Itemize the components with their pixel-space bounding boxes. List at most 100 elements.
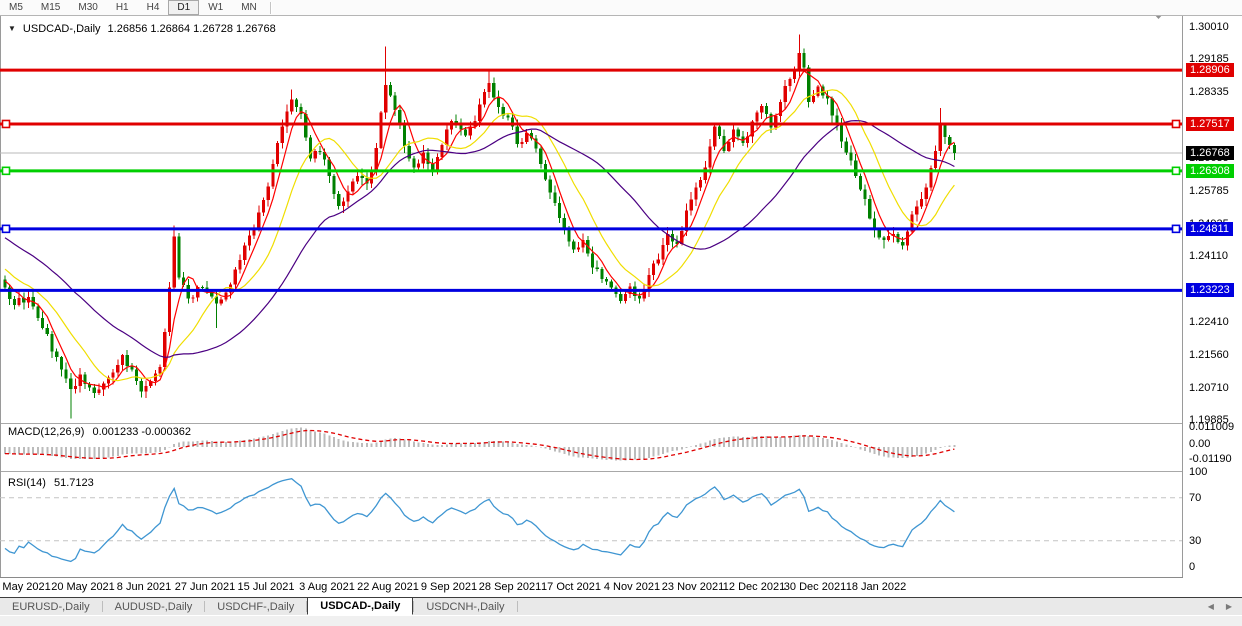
- candle-body: [652, 264, 655, 275]
- candle-body: [605, 279, 608, 282]
- candle-body: [732, 129, 735, 142]
- candle-body: [577, 247, 580, 249]
- candle-body: [337, 194, 340, 206]
- candle-body: [234, 269, 237, 284]
- candle-body: [784, 86, 787, 102]
- price-badge-current: 1.26768: [1186, 146, 1234, 160]
- chart-title: USDCAD-,Daily: [23, 23, 101, 35]
- chart-ohlc-readout: 1.26856 1.26864 1.26728 1.26768: [108, 23, 276, 35]
- hline-handle-1.26308[interactable]: [3, 167, 10, 174]
- candle-body: [600, 269, 603, 279]
- candle-body: [168, 287, 171, 332]
- candle-body: [840, 125, 843, 141]
- mt4-window: M5M15M30H1H4D1W1MN ▼ USDCAD-,Daily 1.268…: [0, 0, 1242, 626]
- candle-body: [135, 370, 138, 381]
- candle-body: [361, 176, 364, 178]
- hline-handle-1.24811[interactable]: [1173, 225, 1180, 232]
- timeframe-button-M5[interactable]: M5: [0, 0, 32, 15]
- candle-body: [567, 230, 570, 241]
- chart-tab-USDCNHDaily[interactable]: USDCNH-,Daily: [414, 598, 516, 615]
- candle-body: [314, 151, 317, 159]
- candle-body: [483, 92, 486, 105]
- candle-body: [882, 237, 885, 240]
- candle-body: [154, 374, 157, 382]
- timeframe-button-D1[interactable]: D1: [168, 0, 199, 15]
- rsi-scale-tick: 0: [1189, 561, 1195, 573]
- price-badge-level-1.28906: 1.28906: [1186, 63, 1234, 77]
- tab-scroll-left-icon[interactable]: ◀: [1208, 602, 1214, 611]
- candle-body: [112, 373, 115, 378]
- candle-body: [610, 281, 613, 287]
- hline-handle-1.26308[interactable]: [1173, 167, 1180, 174]
- candle-body: [126, 355, 129, 366]
- hline-handle-1.27517[interactable]: [3, 120, 10, 127]
- rsi-scale-tick: 70: [1189, 492, 1201, 504]
- candle-body: [737, 129, 740, 136]
- candle-body: [201, 287, 204, 288]
- tab-scroll-right-icon[interactable]: ▶: [1226, 602, 1232, 611]
- candle-body: [868, 199, 871, 218]
- chart-tab-USDCHFDaily[interactable]: USDCHF-,Daily: [205, 598, 306, 615]
- candle-body: [619, 294, 622, 301]
- date-label: 12 Dec 2021: [723, 581, 785, 593]
- candle-body: [281, 127, 284, 144]
- chart-dropdown-icon[interactable]: ▼: [8, 24, 16, 34]
- timeframe-button-H1[interactable]: H1: [107, 0, 138, 15]
- candle-body: [948, 137, 951, 145]
- date-label: 18 Jan 2022: [846, 581, 907, 593]
- candle-body: [920, 199, 923, 207]
- candle-body: [798, 53, 801, 70]
- hline-handle-1.27517[interactable]: [1173, 120, 1180, 127]
- candle-body: [290, 99, 293, 111]
- date-label: 20 May 2021: [51, 581, 115, 593]
- candle-body: [417, 163, 420, 167]
- candle-body: [713, 127, 716, 147]
- candle-body: [65, 369, 68, 378]
- candle-body: [727, 142, 730, 151]
- candle-body: [389, 85, 392, 95]
- candle-body: [238, 260, 241, 269]
- chart-canvas[interactable]: [0, 0, 1242, 626]
- rsi-scale-tick: 30: [1189, 535, 1201, 547]
- chart-tab-USDCADDaily[interactable]: USDCAD-,Daily: [307, 597, 413, 615]
- rsi-scale-tick: 100: [1189, 466, 1207, 478]
- tab-scroll-controls: ◀▶: [1208, 598, 1242, 615]
- candle-body: [864, 190, 867, 199]
- price-badge-level-1.24811: 1.24811: [1186, 222, 1233, 236]
- rsi-label: RSI(14): [8, 477, 46, 489]
- candle-body: [379, 113, 382, 148]
- chart-tab-EURUSDDaily[interactable]: EURUSD-,Daily: [0, 598, 102, 615]
- candle-body: [915, 207, 918, 215]
- price-badge-level-1.26308: 1.26308: [1186, 164, 1234, 178]
- candle-body: [267, 187, 270, 201]
- price-tick: 1.25785: [1189, 185, 1229, 197]
- date-label: 8 Jun 2021: [117, 581, 171, 593]
- date-label: 22 Aug 2021: [357, 581, 419, 593]
- candle-body: [309, 138, 312, 159]
- candle-body: [831, 98, 834, 115]
- timeframe-button-M15[interactable]: M15: [32, 0, 69, 15]
- candle-body: [812, 96, 815, 102]
- candle-body: [403, 124, 406, 146]
- timeframe-button-M30[interactable]: M30: [69, 0, 106, 15]
- timeframe-button-W1[interactable]: W1: [199, 0, 232, 15]
- candle-body: [173, 236, 176, 287]
- chart-tab-AUDUSDDaily[interactable]: AUDUSD-,Daily: [103, 598, 205, 615]
- tab-divider: [517, 601, 518, 612]
- macd-label: MACD(12,26,9): [8, 426, 84, 438]
- candle-body: [36, 306, 39, 317]
- timeframe-button-H4[interactable]: H4: [138, 0, 169, 15]
- candle-body: [394, 95, 397, 109]
- candle-body: [788, 79, 791, 86]
- candle-body: [755, 112, 758, 121]
- hline-handle-1.24811[interactable]: [3, 225, 10, 232]
- bottom-status-strip: [0, 615, 1242, 626]
- candle-body: [774, 116, 777, 128]
- timeframe-button-MN[interactable]: MN: [232, 0, 266, 15]
- candle-body: [41, 318, 44, 328]
- date-axis: 2 May 202120 May 20218 Jun 202127 Jun 20…: [0, 579, 1182, 596]
- candle-body: [953, 145, 956, 153]
- candle-body: [459, 125, 462, 130]
- candle-body: [859, 176, 862, 190]
- candle-body: [177, 236, 180, 277]
